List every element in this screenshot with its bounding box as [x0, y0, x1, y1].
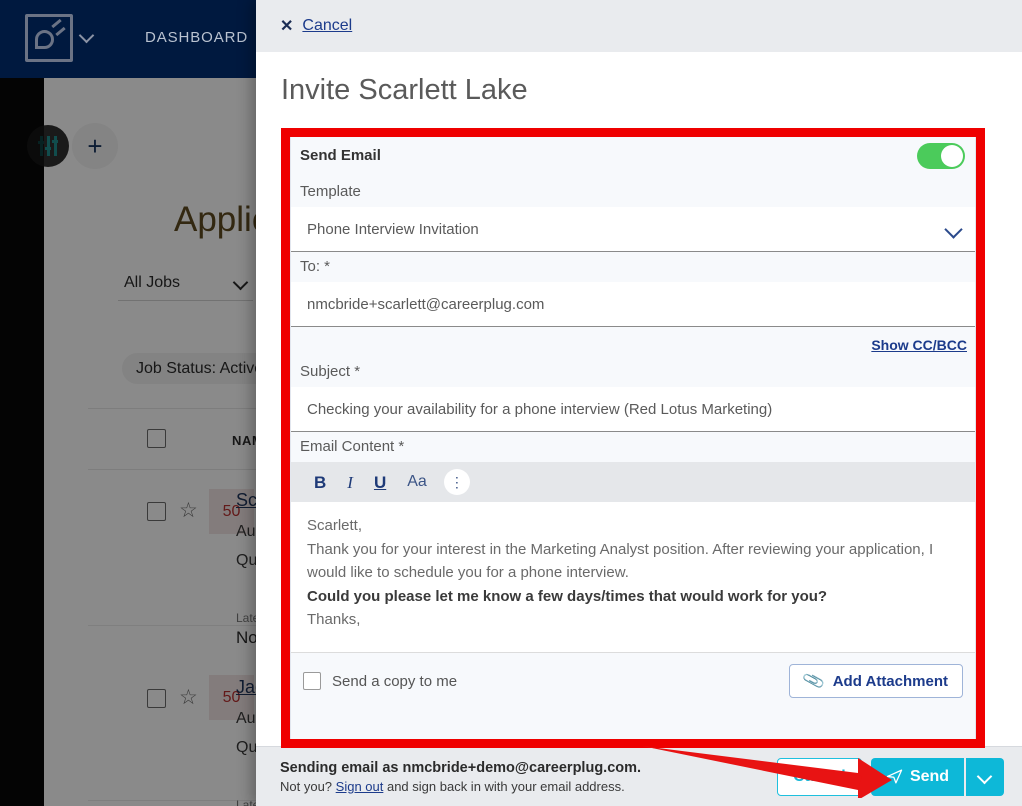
plus-icon[interactable]: +	[72, 123, 118, 169]
send-options-button[interactable]	[966, 757, 1004, 796]
chevron-down-icon	[235, 277, 247, 289]
send-button-label: Send	[909, 767, 950, 785]
rich-text-toolbar: B I U Aa ⋮	[291, 462, 975, 502]
modal-title: Invite Scarlett Lake	[281, 74, 528, 106]
star-outline-icon[interactable]: ☆	[179, 500, 199, 521]
more-options-button[interactable]: ⋮	[443, 469, 470, 495]
to-value: nmcbride+scarlett@careerplug.com	[307, 295, 545, 313]
bold-button[interactable]: B	[314, 474, 326, 491]
send-copy-to-me[interactable]: Send a copy to me	[303, 672, 457, 690]
add-attachment-label: Add Attachment	[832, 672, 948, 690]
select-all-checkbox[interactable]	[147, 429, 166, 448]
filter-all-jobs[interactable]: All Jobs	[118, 265, 253, 301]
template-value: Phone Interview Invitation	[307, 220, 479, 238]
chevron-down-icon[interactable]	[80, 30, 94, 44]
invite-modal: ✕ Cancel Invite Scarlett Lake Send Email…	[256, 0, 1022, 806]
modal-cancel-link[interactable]: Cancel	[302, 17, 352, 35]
paperclip-icon: 📎	[801, 670, 827, 693]
add-attachment-button[interactable]: 📎 Add Attachment	[788, 664, 963, 698]
sending-as-block: Sending email as nmcbride+demo@careerplu…	[280, 760, 641, 794]
italic-button[interactable]: I	[347, 474, 353, 491]
not-you-suffix: and sign back in with your email address…	[383, 778, 625, 794]
send-copy-label: Send a copy to me	[332, 672, 458, 690]
not-you-text: Not you? Sign out and sign back in with …	[280, 779, 641, 794]
send-button[interactable]: Send	[871, 757, 964, 796]
chevron-down-icon	[947, 223, 961, 237]
email-body-editor[interactable]: Scarlett, Thank you for your interest in…	[291, 502, 975, 653]
toggle-knob	[941, 145, 963, 167]
row-checkbox[interactable]	[147, 689, 166, 708]
nav-item-dashboard[interactable]: DASHBOARD	[145, 29, 248, 46]
subject-label: Subject *	[300, 363, 361, 380]
filter-chip-label: Job Status: Active	[136, 359, 264, 377]
send-email-heading: Send Email	[300, 147, 381, 164]
send-email-header: Send Email	[291, 137, 975, 177]
subject-input[interactable]: Checking your availability for a phone i…	[291, 387, 975, 432]
screen: DASHBOARD Applicant All Jobs All Job Sta…	[0, 0, 1022, 806]
filter-all-jobs-label: All Jobs	[124, 273, 181, 291]
send-button-group: Send	[871, 757, 1004, 796]
send-copy-checkbox[interactable]	[303, 672, 321, 690]
sending-as-text: Sending email as nmcbride+demo@careerplu…	[280, 759, 642, 776]
careerplug-plug-logo-icon[interactable]	[25, 14, 73, 62]
send-email-toggle[interactable]	[917, 143, 965, 169]
subject-value: Checking your availability for a phone i…	[307, 400, 773, 418]
font-size-button[interactable]: Aa	[407, 474, 427, 490]
template-select[interactable]: Phone Interview Invitation	[291, 207, 975, 252]
panel-footer: Send a copy to me 📎 Add Attachment	[291, 653, 975, 709]
email-body-line: Thanks,	[307, 611, 361, 628]
to-input[interactable]: nmcbride+scarlett@careerplug.com	[291, 282, 975, 327]
footer-buttons: Cancel Send	[777, 757, 1004, 796]
to-label: To: *	[300, 258, 331, 275]
cc-bcc-row: Show CC/BCC	[291, 327, 975, 357]
show-cc-bcc-link[interactable]: Show CC/BCC	[871, 337, 967, 353]
not-you-prefix: Not you?	[280, 778, 336, 794]
email-body-line: Scarlett,	[307, 517, 363, 534]
close-x-icon[interactable]: ✕	[280, 16, 293, 36]
underline-button[interactable]: U	[374, 474, 386, 491]
email-body-line: Could you please let me know a few days/…	[307, 587, 828, 605]
star-outline-icon[interactable]: ☆	[179, 687, 199, 708]
chevron-down-icon	[979, 771, 991, 783]
cancel-button[interactable]: Cancel	[777, 757, 862, 796]
email-content-label: Email Content *	[300, 438, 405, 455]
template-label: Template	[300, 183, 361, 200]
row-checkbox[interactable]	[147, 502, 166, 521]
modal-footer: Sending email as nmcbride+demo@careerplu…	[256, 746, 1022, 806]
sign-out-link[interactable]: Sign out	[336, 779, 384, 794]
sliders-filter-icon[interactable]	[27, 125, 69, 167]
send-email-panel: Send Email Template Phone Interview Invi…	[290, 136, 976, 740]
left-rail	[0, 78, 44, 806]
email-body-line: Thank you for your interest in the Marke…	[307, 540, 934, 582]
modal-top-bar: ✕ Cancel	[256, 0, 1022, 52]
paper-plane-icon	[886, 769, 903, 784]
